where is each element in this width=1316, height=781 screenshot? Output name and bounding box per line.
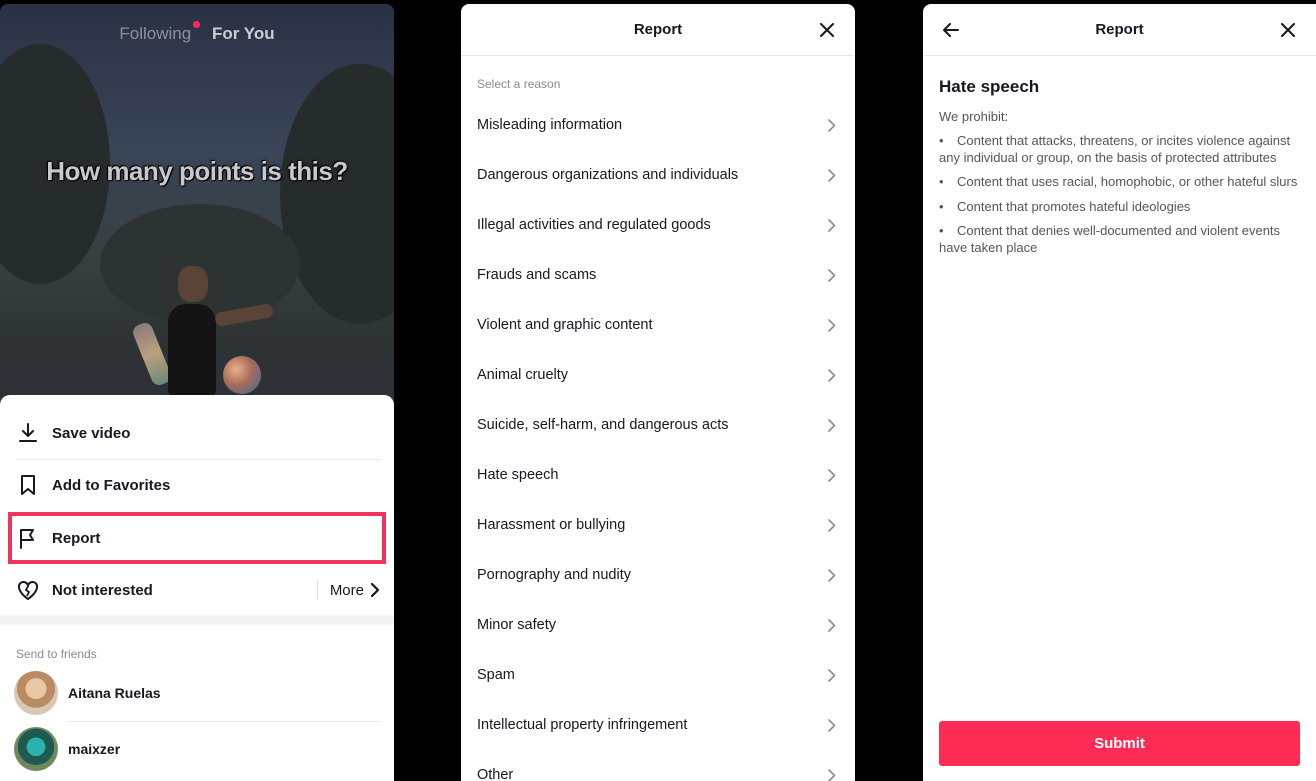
chevron-right-icon: [825, 268, 839, 282]
video-player[interactable]: Following For You How many points is thi…: [0, 4, 394, 424]
reason-label: Intellectual property infringement: [477, 717, 688, 733]
reason-item[interactable]: Suicide, self-harm, and dangerous acts: [477, 400, 839, 450]
chevron-right-icon: [825, 618, 839, 632]
reason-label: Other: [477, 767, 514, 781]
reason-item[interactable]: Pornography and nudity: [477, 550, 839, 600]
add-to-favorites-button[interactable]: Add to Favorites: [16, 459, 380, 511]
not-interested-label: Not interested: [52, 581, 153, 599]
chevron-right-icon: [825, 218, 839, 232]
tab-for-you[interactable]: For You: [212, 24, 275, 43]
reason-label: Minor safety: [477, 617, 556, 633]
reason-intro: We prohibit:: [939, 109, 1009, 124]
download-icon: [16, 421, 40, 445]
report-reasons-panel: Report Select a reason Misleading inform…: [461, 4, 855, 781]
bookmark-icon: [16, 473, 40, 497]
reason-label: Suicide, self-harm, and dangerous acts: [477, 417, 729, 433]
close-icon: [1281, 23, 1295, 37]
report-highlight-box: [8, 512, 386, 564]
policy-bullet: • Content that uses racial, homophobic, o…: [939, 174, 1298, 189]
reason-item[interactable]: Intellectual property infringement: [477, 700, 839, 750]
reason-heading: Hate speech: [939, 77, 1040, 96]
chevron-right-icon: [825, 668, 839, 682]
reason-label: Misleading information: [477, 117, 623, 133]
chevron-right-icon: [825, 318, 839, 332]
reason-label: Dangerous organizations and individuals: [477, 167, 739, 183]
more-button[interactable]: More: [316, 580, 380, 600]
save-video-label: Save video: [52, 424, 131, 442]
share-sheet: Save video Add to Favorites Report Not i…: [0, 395, 394, 781]
policy-bullet-text: Content that attacks, threatens, or inci…: [939, 133, 1291, 165]
divider: [68, 721, 380, 722]
avatar: [14, 671, 58, 715]
chevron-right-icon: [825, 418, 839, 432]
reason-item[interactable]: Hate speech: [477, 450, 839, 500]
reason-item[interactable]: Other: [477, 750, 839, 781]
chevron-right-icon: [825, 118, 839, 132]
page-title: Report: [633, 21, 683, 38]
policy-bullet: • Content that denies well-documented and…: [939, 223, 1281, 255]
reason-item[interactable]: Violent and graphic content: [477, 300, 839, 350]
chevron-right-icon: [825, 468, 839, 482]
chevron-right-icon: [825, 768, 839, 781]
more-label: More: [329, 581, 364, 599]
section-divider: [0, 615, 394, 625]
reason-item[interactable]: Spam: [477, 650, 839, 700]
chevron-right-icon: [370, 583, 380, 597]
friend-name: maixzer: [68, 741, 121, 757]
not-interested-button[interactable]: Not interested More: [16, 564, 380, 616]
video-player-figure: [178, 266, 208, 302]
select-reason-title: Select a reason: [477, 77, 561, 91]
reason-item[interactable]: Minor safety: [477, 600, 839, 650]
tab-following[interactable]: Following: [119, 24, 191, 43]
policy-bullet: • Content that promotes hateful ideologie…: [939, 198, 1191, 214]
chevron-right-icon: [825, 368, 839, 382]
reason-label: Animal cruelty: [477, 367, 569, 383]
divider: [316, 580, 318, 600]
close-button[interactable]: [1278, 20, 1298, 40]
reason-item[interactable]: Dangerous organizations and individuals: [477, 150, 839, 200]
policy-bullet-text: Content that promotes hateful ideologies: [957, 198, 1191, 214]
reason-item[interactable]: Animal cruelty: [477, 350, 839, 400]
video-caption: How many points is this?: [46, 156, 348, 186]
report-detail-panel: Report Hate speech We prohibit: • Content…: [923, 4, 1316, 781]
chevron-right-icon: [825, 568, 839, 582]
broken-heart-icon: [16, 578, 40, 602]
chevron-right-icon: [825, 518, 839, 532]
video-tree: [280, 64, 394, 324]
reason-item[interactable]: Harassment or bullying: [477, 500, 839, 550]
policy-bullet: • Content that attacks, threatens, or inc…: [939, 133, 1291, 165]
video-ball: [223, 356, 261, 394]
notification-dot: [193, 21, 200, 28]
reason-label: Violent and graphic content: [477, 317, 653, 333]
policy-bullet-text: Content that denies well-documented and …: [939, 223, 1281, 255]
reason-item[interactable]: Misleading information: [477, 100, 839, 150]
reason-label: Hate speech: [477, 467, 559, 483]
reason-item[interactable]: Frauds and scams: [477, 250, 839, 300]
add-to-favorites-label: Add to Favorites: [52, 476, 171, 494]
reason-label: Illegal activities and regulated goods: [477, 217, 711, 233]
page-title: Report: [1095, 21, 1144, 38]
chevron-right-icon: [825, 718, 839, 732]
policy-bullet-text: Content that uses racial, homophobic, or…: [957, 174, 1298, 189]
avatar: [14, 727, 58, 771]
chevron-right-icon: [825, 168, 839, 182]
reason-item[interactable]: Illegal activities and regulated goods: [477, 200, 839, 250]
report-header: Report: [923, 4, 1316, 56]
reason-label: Frauds and scams: [477, 267, 597, 283]
friend-item[interactable]: Aitana Ruelas: [14, 669, 380, 717]
policy-bullets: • Content that attacks, threatens, or inc…: [939, 133, 1299, 264]
reason-label: Harassment or bullying: [477, 517, 626, 533]
save-video-button[interactable]: Save video: [16, 407, 380, 459]
submit-button[interactable]: Submit: [939, 721, 1300, 766]
close-icon: [820, 23, 834, 37]
friend-name: Aitana Ruelas: [68, 685, 161, 701]
reason-label: Spam: [477, 667, 515, 683]
send-to-friends-title: Send to friends: [16, 647, 97, 661]
video-player-figure: [168, 304, 216, 396]
video-share-panel: Following For You How many points is thi…: [0, 4, 394, 781]
report-header: Report: [461, 4, 855, 56]
reason-label: Pornography and nudity: [477, 567, 631, 583]
close-button[interactable]: [817, 20, 837, 40]
friend-item[interactable]: maixzer: [14, 725, 380, 773]
